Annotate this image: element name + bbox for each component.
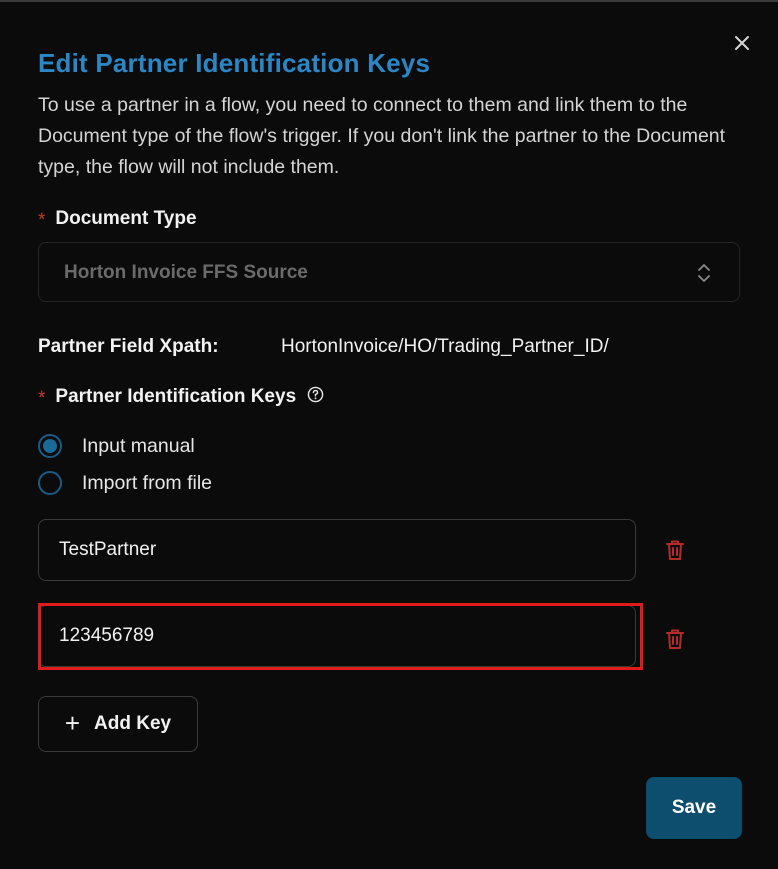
document-type-value: Horton Invoice FFS Source <box>64 262 308 283</box>
save-button[interactable]: Save <box>646 777 742 839</box>
radio-label: Input manual <box>82 434 195 457</box>
radio-input-manual[interactable]: Input manual <box>38 434 195 458</box>
keys-label-row: * Partner Identification Keys <box>38 386 324 409</box>
close-icon <box>735 36 749 50</box>
key-input-2[interactable] <box>38 605 636 667</box>
xpath-label: Partner Field Xpath: <box>38 336 219 357</box>
edit-partner-keys-dialog: Edit Partner Identification Keys To use … <box>0 2 778 869</box>
document-type-label-row: * Document Type <box>38 208 197 231</box>
document-type-select[interactable]: Horton Invoice FFS Source <box>38 242 740 302</box>
key-input-1[interactable] <box>38 519 636 581</box>
required-marker: * <box>38 210 46 231</box>
plus-icon: + <box>64 708 81 738</box>
trash-icon[interactable] <box>662 537 688 563</box>
radio-button-checked[interactable] <box>38 434 62 458</box>
dialog-title: Edit Partner Identification Keys <box>38 48 431 78</box>
radio-import-from-file[interactable]: Import from file <box>38 471 212 495</box>
add-key-label: Add Key <box>94 713 172 734</box>
dialog-description: To use a partner in a flow, you need to … <box>38 94 726 178</box>
chevron-up-down-icon <box>698 264 710 282</box>
required-marker: * <box>38 388 46 409</box>
help-circle-icon[interactable] <box>307 386 324 403</box>
close-button[interactable] <box>729 30 755 56</box>
keys-label: Partner Identification Keys <box>55 386 297 407</box>
radio-label: Import from file <box>82 471 213 494</box>
trash-icon[interactable] <box>662 626 688 652</box>
document-type-label: Document Type <box>55 208 197 229</box>
add-key-button[interactable]: + Add Key <box>38 696 198 752</box>
xpath-value: HortonInvoice/HO/Trading_Partner_ID/ <box>281 336 609 357</box>
radio-button[interactable] <box>38 471 62 495</box>
